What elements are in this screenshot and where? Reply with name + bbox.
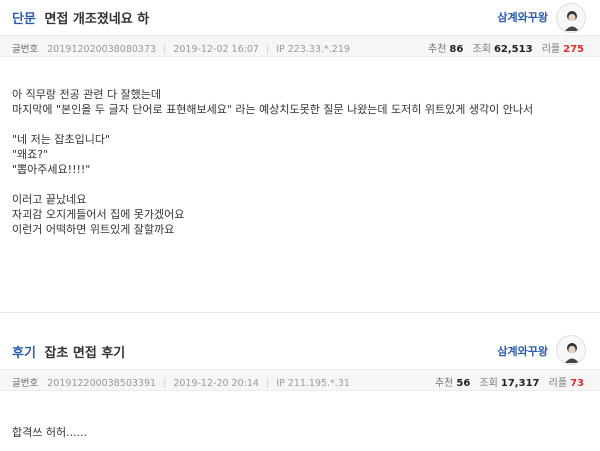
post-date: 2019-12-02 16:07 (173, 44, 259, 55)
serial-number: 201912200038503391 (47, 378, 157, 389)
post-body: 합격쓰 허허...... (12, 425, 87, 440)
comments-count[interactable]: 73 (570, 378, 584, 389)
post-ip: IP 211.195.*.31 (276, 378, 350, 389)
post-meta-left: 글번호 201912200038503391 | 2019-12-20 20:1… (12, 378, 350, 389)
body-line: 이러고 끝났네요 (12, 193, 87, 206)
body-line: "네 저는 잡초입니다" (12, 133, 111, 146)
body-line: 아 직무랑 전공 관련 다 잘했는데 (12, 88, 162, 101)
serial-label: 글번호 (12, 44, 39, 55)
post-stats: 추천 86 조회 62,513 리플 275 (428, 40, 584, 55)
comments-count[interactable]: 275 (563, 44, 584, 55)
views-count: 62,513 (493, 44, 533, 55)
avatar-portrait-icon (557, 4, 585, 32)
body-line: 이런거 어떡하면 위트있게 잘할까요 (12, 223, 175, 236)
serial-number: 201912020038080373 (47, 44, 157, 55)
rec-count: 56 (456, 378, 471, 389)
post-stats: 추천 56 조회 17,317 리플 73 (435, 374, 584, 389)
post-title-text[interactable]: 잡초 면접 후기 (44, 346, 125, 361)
serial-label: 글번호 (12, 378, 39, 389)
post-ip: IP 223.33.*.219 (276, 44, 350, 55)
post-meta-bar: 글번호 201912200038503391 | 2019-12-20 20:1… (0, 369, 600, 391)
post-title-text[interactable]: 면접 개조졌네요 하 (44, 12, 149, 27)
post-meta-bar: 글번호 201912020038080373 | 2019-12-02 16:0… (0, 35, 600, 57)
avatar[interactable] (556, 3, 586, 33)
rec-count: 86 (449, 44, 464, 55)
views-label: 조회 (472, 44, 491, 55)
body-line: 마지막에 "본인을 두 글자 단어로 표현해보세요" 라는 예상치도못한 질문 … (12, 103, 534, 116)
post-header: 단문 면접 개조졌네요 하 삼계와꾸왕 (0, 0, 600, 38)
post-title[interactable]: 단문 면접 개조졌네요 하 (12, 8, 149, 27)
body-line: "왜죠?" (12, 148, 49, 161)
body-line: "뽑아주세요!!!!" (12, 163, 91, 176)
rec-label: 추천 (428, 44, 447, 55)
body-line: 합격쓰 허허...... (12, 426, 88, 439)
author-name[interactable]: 삼계와꾸왕 (497, 9, 548, 25)
post-body: 아 직무랑 전공 관련 다 잘했는데 마지막에 "본인을 두 글자 단어로 표현… (12, 87, 533, 237)
avatar[interactable] (556, 335, 586, 365)
comments-label: 리플 (548, 378, 568, 389)
post-category[interactable]: 단문 (12, 12, 36, 27)
body-line: 자괴감 오지게들어서 집에 못가겠어요 (12, 208, 185, 221)
author-name[interactable]: 삼계와꾸왕 (497, 343, 548, 359)
post-divider (0, 312, 600, 313)
comments-label: 리플 (541, 44, 561, 55)
post-category[interactable]: 후기 (12, 346, 36, 361)
rec-label: 추천 (434, 378, 454, 389)
post-header: 후기 잡초 면접 후기 삼계와꾸왕 (0, 334, 600, 372)
views-count: 17,317 (500, 378, 540, 389)
views-label: 조회 (479, 378, 498, 389)
post-date: 2019-12-20 20:14 (173, 378, 259, 389)
post-meta-left: 글번호 201912020038080373 | 2019-12-02 16:0… (12, 44, 350, 55)
post-title[interactable]: 후기 잡초 면접 후기 (12, 342, 125, 361)
avatar-portrait-icon (557, 336, 585, 364)
